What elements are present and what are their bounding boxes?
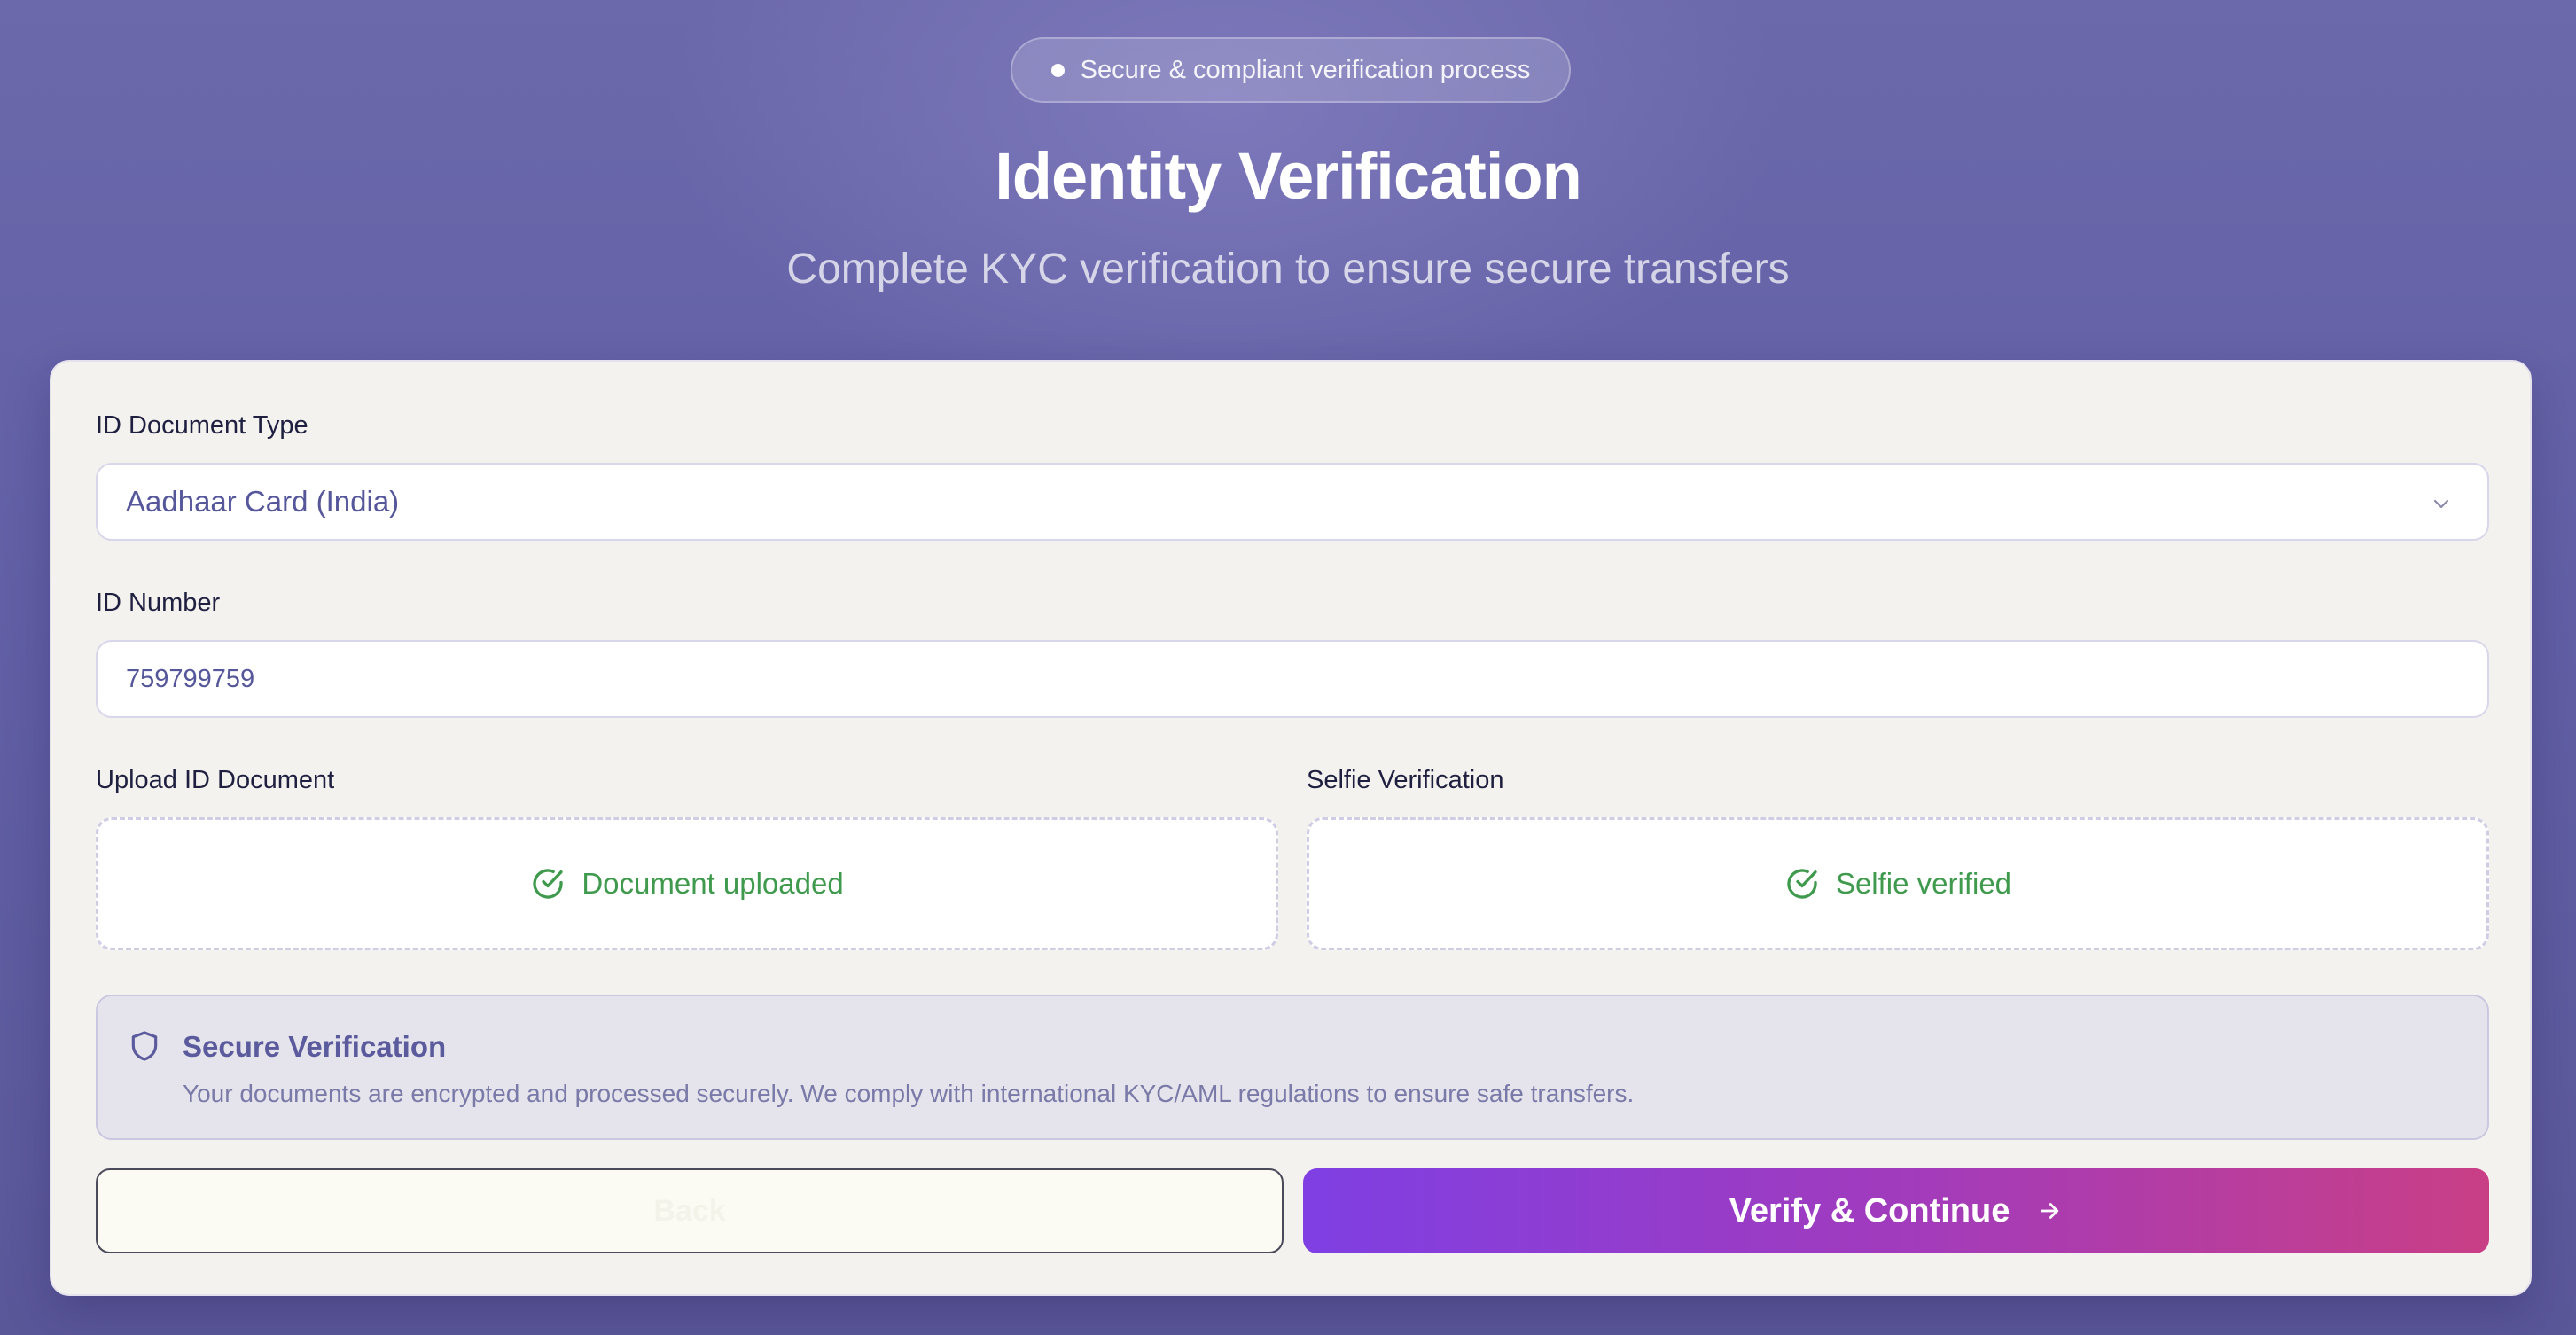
id-type-label: ID Document Type — [96, 411, 308, 440]
check-circle-icon — [1787, 869, 1817, 899]
arrow-right-icon — [2041, 1203, 2059, 1219]
secure-verification-notice: Secure Verification Your documents are e… — [96, 995, 2489, 1140]
upload-id-label: Upload ID Document — [96, 766, 335, 794]
id-type-value: Aadhaar Card (India) — [126, 485, 400, 518]
page-subtitle: Complete KYC verification to ensure secu… — [786, 246, 1790, 293]
selfie-dropzone[interactable]: Selfie verified — [1307, 817, 2489, 950]
verification-card: ID Document Type Aadhaar Card (India) ID… — [50, 360, 2532, 1296]
id-number-label: ID Number — [96, 589, 221, 617]
notice-title: Secure Verification — [183, 1030, 447, 1063]
page-title: Identity Verification — [995, 139, 1582, 213]
chevron-down-icon — [2433, 499, 2449, 509]
upload-id-dropzone[interactable]: Document uploaded — [96, 817, 1278, 950]
id-number-value: 759799759 — [126, 664, 255, 693]
id-number-input[interactable]: 759799759 — [96, 640, 2489, 718]
verify-continue-button[interactable]: Verify & Continue — [1303, 1168, 2489, 1253]
check-circle-icon — [533, 869, 563, 899]
back-button-label: Back — [653, 1193, 726, 1228]
selfie-status-text: Selfie verified — [1835, 867, 2012, 900]
selfie-label: Selfie Verification — [1307, 766, 1504, 794]
dot-icon — [1050, 63, 1065, 77]
shield-icon — [131, 1031, 158, 1061]
id-type-select[interactable]: Aadhaar Card (India) — [96, 463, 2489, 541]
verify-button-label: Verify & Continue — [1729, 1191, 2010, 1230]
security-badge-text: Secure & compliant verification process — [1080, 55, 1531, 84]
security-badge: Secure & compliant verification process — [1011, 37, 1571, 103]
notice-text: Your documents are encrypted and process… — [183, 1080, 1635, 1107]
back-button[interactable]: Back — [96, 1168, 1284, 1253]
upload-status-text: Document uploaded — [582, 867, 844, 900]
